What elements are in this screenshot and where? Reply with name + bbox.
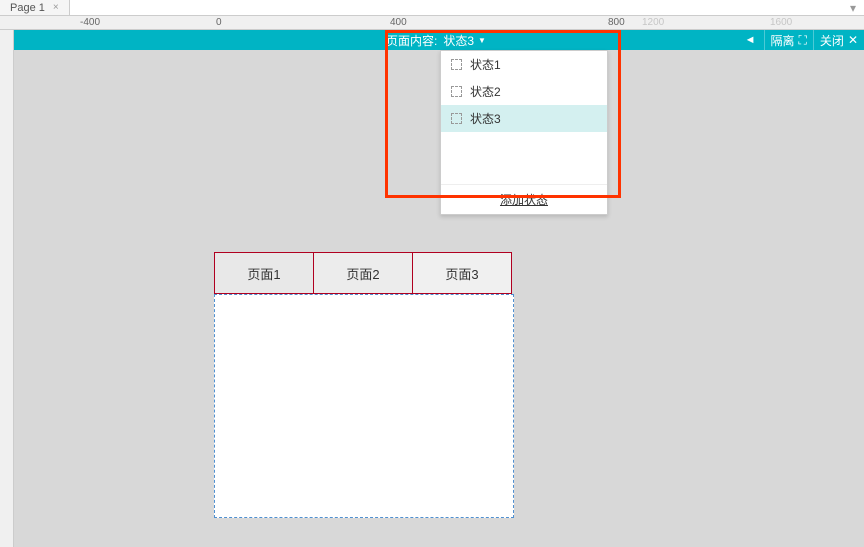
tab-label: Page 1 [10, 2, 45, 14]
page-tab[interactable]: 页面1 [214, 252, 314, 294]
close-icon[interactable]: × [53, 2, 59, 13]
canvas-area: 页面内容: 状态3 ▼ ◄ 隔离 ⛶ 关闭 ✕ 状态1 状态2 状态3 [0, 30, 864, 547]
checkbox-icon [451, 113, 462, 124]
current-state-label: 状态3 [443, 32, 474, 49]
ruler-tick: 1200 [642, 17, 664, 28]
state-dropdown-panel: 状态1 状态2 状态3 添加状态 [440, 50, 608, 215]
state-option-label: 状态1 [470, 56, 501, 73]
ruler-tick: -400 [80, 17, 100, 28]
page-tab-label: 页面1 [247, 264, 280, 283]
content-panel[interactable] [214, 294, 514, 518]
state-option[interactable]: 状态3 [441, 105, 607, 132]
document-tab-bar: Page 1 × ▾ [0, 0, 864, 16]
dropdown-spacer [441, 132, 607, 184]
ruler-tick: 800 [608, 17, 625, 28]
page-tab[interactable]: 页面2 [313, 252, 413, 294]
close-label: 关闭 [820, 32, 844, 49]
horizontal-ruler: -400 0 400 800 1200 1600 [0, 16, 864, 30]
page-tab[interactable]: 页面3 [412, 252, 512, 294]
state-option-label: 状态3 [470, 110, 501, 127]
ruler-tick: 1600 [770, 17, 792, 28]
ruler-tick: 400 [390, 17, 407, 28]
chevron-down-icon: ▼ [478, 36, 486, 45]
isolate-label: 隔离 [771, 32, 795, 49]
document-tab[interactable]: Page 1 × [0, 0, 70, 15]
add-state-button[interactable]: 添加状态 [441, 184, 607, 214]
close-icon: ✕ [848, 33, 858, 47]
state-option[interactable]: 状态2 [441, 78, 607, 105]
page-tabs-group: 页面1 页面2 页面3 [214, 252, 512, 294]
checkbox-icon [451, 59, 462, 70]
state-option[interactable]: 状态1 [441, 51, 607, 78]
panel-header-bar: 页面内容: 状态3 ▼ ◄ 隔离 ⛶ 关闭 ✕ [14, 30, 864, 50]
state-selector[interactable]: 状态3 ▼ [443, 32, 486, 49]
state-option-label: 状态2 [470, 83, 501, 100]
page-content-label: 页面内容: [386, 32, 437, 49]
vertical-ruler [0, 30, 14, 547]
close-button[interactable]: 关闭 ✕ [813, 30, 864, 50]
page-tab-label: 页面2 [346, 264, 379, 283]
page-tab-label: 页面3 [445, 264, 478, 283]
isolate-button[interactable]: 隔离 ⛶ [764, 30, 813, 50]
back-arrow-icon[interactable]: ◄ [737, 34, 764, 46]
checkbox-icon [451, 86, 462, 97]
chevron-down-icon[interactable]: ▾ [842, 1, 864, 15]
expand-icon: ⛶ [799, 33, 807, 48]
ruler-tick: 0 [216, 17, 222, 28]
